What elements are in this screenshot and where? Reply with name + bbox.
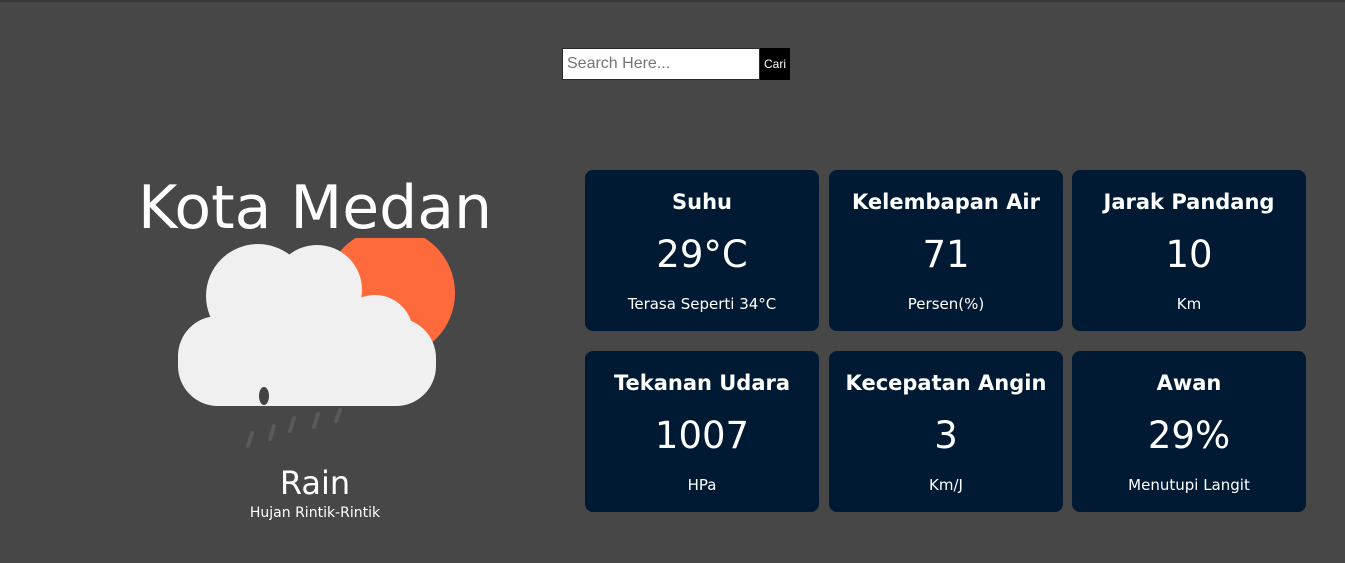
card-pressure: Tekanan Udara 1007 HPa [585,351,819,512]
top-border [0,0,1345,2]
card-title: Awan [1156,371,1222,395]
city-name: Kota Medan [138,173,492,243]
card-value: 1007 [654,414,750,457]
card-title: Tekanan Udara [613,371,791,395]
search-button[interactable]: Cari [760,48,790,80]
rain-cloud-sun-icon [170,228,460,453]
card-value: 29°C [656,233,748,276]
card-value: 3 [934,414,958,457]
card-unit: Terasa Seperti 34°C [627,295,777,313]
card-title: Kecepatan Angin [845,371,1047,395]
card-wind-speed: Kecepatan Angin 3 Km/J [829,351,1063,512]
card-cloudiness: Awan 29% Menutupi Langit [1072,351,1306,512]
weather-condition: Rain [279,464,351,502]
weather-description: Hujan Rintik-Rintik [249,505,381,521]
card-unit: Km/J [929,476,963,494]
card-title: Jarak Pandang [1103,190,1275,214]
card-temperature: Suhu 29°C Terasa Seperti 34°C [585,170,819,331]
card-value: 29% [1147,414,1231,457]
card-unit: Menutupi Langit [1128,476,1250,494]
card-unit: Km [1176,295,1202,313]
search-bar: Cari [562,48,790,80]
card-value: 10 [1165,233,1213,276]
card-unit: HPa [687,476,717,494]
search-input[interactable] [562,48,760,80]
card-unit: Persen(%) [907,295,985,313]
card-title: Kelembapan Air [852,190,1040,214]
card-visibility: Jarak Pandang 10 Km [1072,170,1306,331]
card-humidity: Kelembapan Air 71 Persen(%) [829,170,1063,331]
card-title: Suhu [672,190,732,214]
card-value: 71 [922,233,970,276]
